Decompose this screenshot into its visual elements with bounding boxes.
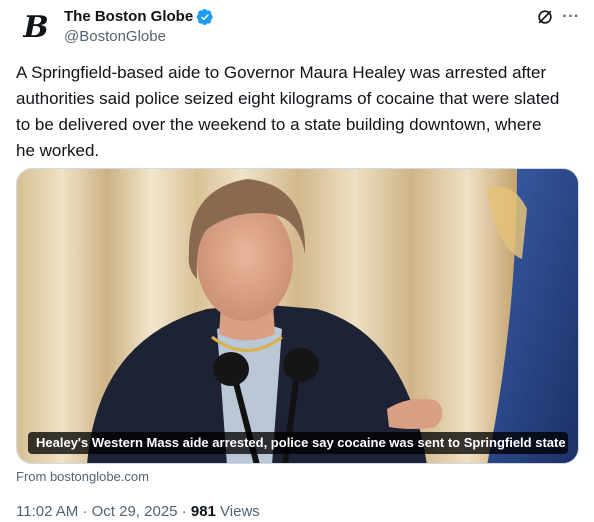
verified-badge-icon: [196, 8, 214, 26]
author-name-row: The Boston Globe: [64, 8, 214, 26]
meta-separator: ·: [78, 503, 92, 520]
article-photo: [17, 169, 578, 463]
views-count: 981: [190, 503, 216, 520]
tweet-timestamp-time[interactable]: 11:02 AM: [16, 503, 78, 520]
link-card-caption[interactable]: Healey's Western Mass aide arrested, pol…: [28, 432, 568, 454]
link-source[interactable]: From bostonglobe.com: [16, 469, 149, 485]
tweet: B The Boston Globe @BostonGlobe ··· A Sp…: [0, 0, 594, 522]
avatar[interactable]: B: [16, 8, 56, 48]
meta-separator-2: ·: [177, 503, 191, 520]
tweet-text: A Springfield-based aide to Governor Mau…: [16, 63, 560, 160]
link-card-image[interactable]: Healey's Western Mass aide arrested, pol…: [16, 168, 579, 464]
views-label: Views: [215, 503, 260, 520]
author-display-name[interactable]: The Boston Globe: [64, 8, 193, 26]
tweet-meta: 11:02 AM · Oct 29, 2025 · 981 Views: [16, 503, 260, 521]
tweet-timestamp-date[interactable]: Oct 29, 2025: [92, 503, 178, 520]
more-options-icon[interactable]: ···: [560, 6, 582, 28]
boston-globe-logo: B: [23, 10, 49, 45]
grok-icon[interactable]: [534, 6, 556, 28]
author-handle[interactable]: @BostonGlobe: [64, 28, 166, 46]
